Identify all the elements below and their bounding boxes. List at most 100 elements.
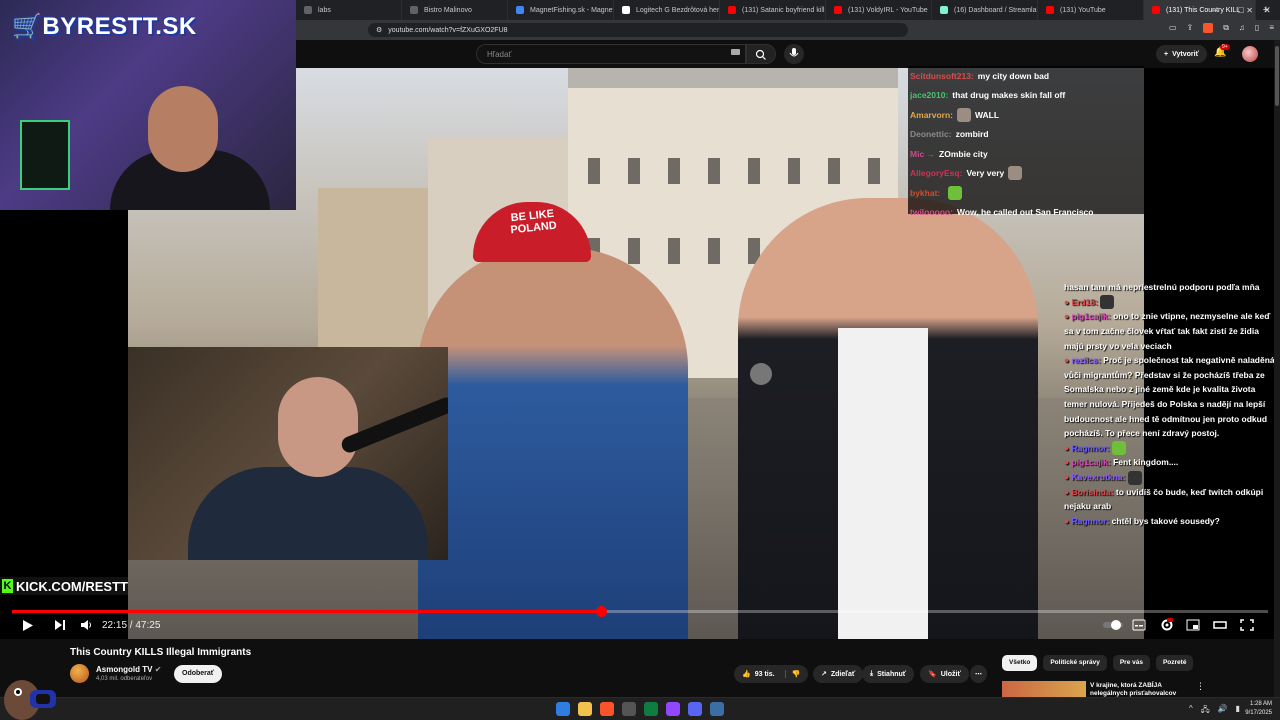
filter-chip[interactable]: Pozreté bbox=[1155, 655, 1194, 671]
brave-shield-icon[interactable] bbox=[1203, 23, 1214, 33]
taskbar-app-icon[interactable] bbox=[578, 702, 592, 716]
voice-search-button[interactable] bbox=[784, 44, 804, 64]
create-button[interactable]: + Vytvoriť bbox=[1156, 45, 1207, 63]
tab-label: Logitech G Bezdrôtová herní bbox=[636, 6, 720, 14]
recommendation-title[interactable]: V krajine, ktorá ZABÍJA nelegálnych pris… bbox=[1090, 682, 1190, 698]
chat-message: Deonettic: zombird bbox=[910, 125, 1142, 145]
video-info-panel: This Country KILLS Illegal Immigrants As… bbox=[0, 639, 1280, 697]
theater-mode-button[interactable] bbox=[1213, 618, 1229, 632]
search-button[interactable] bbox=[746, 44, 776, 64]
browser-tab[interactable]: (131) Satanic boyfriend kills gi bbox=[720, 0, 826, 20]
more-actions-button[interactable]: ⋯ bbox=[970, 665, 987, 683]
taskbar-app-icon[interactable] bbox=[556, 702, 570, 716]
chat-text: chtěl bys takové sousedy? bbox=[1111, 515, 1220, 526]
search-input[interactable]: Hľadať bbox=[476, 44, 746, 64]
scrollbar-thumb[interactable] bbox=[1275, 46, 1279, 106]
network-icon[interactable]: 🖧 bbox=[1201, 704, 1210, 718]
mic-icon bbox=[789, 48, 799, 57]
volume-button[interactable] bbox=[80, 619, 93, 634]
tab-favicon-icon bbox=[622, 6, 630, 14]
miniplayer-button[interactable] bbox=[1186, 618, 1202, 632]
chat-message: ● Ragnnor: chtěl bys takové sousedy? bbox=[1064, 514, 1276, 529]
account-avatar[interactable] bbox=[1242, 46, 1258, 62]
chevron-up-icon[interactable]: ^ bbox=[1189, 704, 1193, 718]
time-display: 22:15 / 47:25 bbox=[102, 620, 161, 631]
channel-avatar[interactable] bbox=[70, 664, 89, 683]
filter-chip[interactable]: Pre vás bbox=[1112, 655, 1150, 671]
address-bar[interactable]: ⚙ youtube.com/watch?v=fZXuGXO2FU8 bbox=[368, 23, 908, 37]
chat-badge-icon: ● bbox=[1064, 515, 1072, 526]
filter-chip[interactable]: Politické správy bbox=[1043, 655, 1107, 671]
channel-name[interactable]: Asmongold TV ✔ bbox=[96, 665, 161, 674]
chat-username: twilooooo: bbox=[910, 207, 953, 218]
browser-tab[interactable]: (131) VoldyIRL - YouTube bbox=[826, 0, 932, 20]
browser-tab[interactable]: (16) Dashboard / Streamlabs bbox=[932, 0, 1038, 20]
browser-tab[interactable]: MagnetFishing.sk - Magnety bbox=[508, 0, 614, 20]
download-button[interactable]: ⤓ Stiahnuť bbox=[862, 665, 915, 683]
site-info-icon[interactable]: ⚙ bbox=[376, 26, 382, 34]
next-button[interactable] bbox=[54, 619, 66, 634]
like-button[interactable]: 👍 93 tis. 👎 bbox=[734, 665, 809, 683]
tab-label: (16) Dashboard / Streamlabs bbox=[954, 6, 1038, 14]
battery-icon[interactable]: ▮ bbox=[1236, 704, 1240, 718]
chat-username: jace2010: bbox=[910, 90, 949, 101]
share-button[interactable]: ↗ Zdieľať bbox=[813, 665, 864, 683]
chat-username: rezilcs: bbox=[1071, 355, 1101, 366]
progress-bar[interactable] bbox=[12, 606, 1268, 617]
taskbar-app-icon[interactable] bbox=[710, 702, 724, 716]
chat-message: Amarvorn: WALL bbox=[910, 105, 1142, 125]
settings-button[interactable] bbox=[1160, 618, 1176, 632]
chat-username: Kavexrutkna: bbox=[1071, 472, 1126, 483]
play-button[interactable] bbox=[22, 619, 34, 635]
notifications-button[interactable]: 🔔 9+ bbox=[1214, 44, 1230, 58]
download-label: Stiahnuť bbox=[877, 670, 907, 678]
playlist-icon[interactable]: ♫ bbox=[1239, 23, 1245, 33]
filter-chip[interactable]: Všetko bbox=[1002, 655, 1038, 671]
taskbar-app-icon[interactable] bbox=[622, 702, 636, 716]
minimize-button[interactable]: – bbox=[1202, 0, 1228, 20]
chat-username: pig1cajik: bbox=[1071, 457, 1111, 468]
chat-badge-icon: ● bbox=[1064, 296, 1072, 307]
taskbar-app-icon[interactable] bbox=[600, 702, 614, 716]
chat-message: ● Ragnnor: bbox=[1064, 441, 1276, 456]
sidebar-icon[interactable]: ▯ bbox=[1255, 23, 1259, 33]
thumbs-down-icon[interactable]: 👎 bbox=[784, 670, 800, 678]
save-button[interactable]: 🔖 Uložiť bbox=[920, 665, 969, 683]
taskbar-app-icon[interactable] bbox=[644, 702, 658, 716]
share-icon[interactable]: ⇪ bbox=[1187, 23, 1194, 33]
windows-taskbar: ^ 🖧 🔊 ▮ 1:28 AM 9/17/2025 bbox=[0, 697, 1280, 720]
menu-icon[interactable]: ≡ bbox=[1269, 23, 1274, 33]
fullscreen-button[interactable] bbox=[1240, 618, 1256, 632]
microphone bbox=[750, 363, 772, 385]
chat-badge-icon: ● bbox=[1064, 355, 1072, 366]
maximize-button[interactable]: □ bbox=[1228, 0, 1254, 20]
subscribe-button[interactable]: Odoberať bbox=[174, 665, 223, 683]
duration: 47:25 bbox=[135, 620, 161, 631]
taskbar-app-icon[interactable] bbox=[688, 702, 702, 716]
theater-icon bbox=[1213, 621, 1227, 629]
page-scrollbar[interactable] bbox=[1274, 40, 1280, 697]
taskbar-app-icon[interactable] bbox=[666, 702, 680, 716]
browser-tab[interactable]: (131) YouTube bbox=[1038, 0, 1144, 20]
chat-username: AllegoryEsq: bbox=[910, 168, 963, 179]
taskbar-clock[interactable]: 1:28 AM 9/17/2025 bbox=[1245, 700, 1272, 718]
browser-tab[interactable]: Logitech G Bezdrôtová herní bbox=[614, 0, 720, 20]
subtitles-button[interactable] bbox=[1132, 618, 1148, 632]
screen-cast-icon[interactable]: ▭ bbox=[1169, 23, 1177, 33]
chat-text: Wow, he called out San Francisco bbox=[956, 207, 1094, 218]
recommendation-menu-icon[interactable]: ⋮ bbox=[1196, 681, 1205, 692]
autoplay-toggle[interactable] bbox=[1102, 618, 1123, 632]
fullscreen-icon bbox=[1240, 619, 1254, 631]
youtube-header: Hľadať + Vytvoriť 🔔 9+ bbox=[296, 40, 1280, 68]
browser-tab[interactable]: Bistro Malinovo bbox=[402, 0, 508, 20]
recommendation-thumbnail[interactable] bbox=[1002, 681, 1086, 697]
browser-tab[interactable]: labs bbox=[296, 0, 402, 20]
tab-favicon-icon bbox=[940, 6, 948, 14]
more-horiz-icon: ⋯ bbox=[975, 671, 982, 678]
kick-text: KICK.COM/RESTT bbox=[16, 578, 128, 594]
speaker-icon[interactable]: 🔊 bbox=[1218, 704, 1228, 718]
keyboard-icon[interactable] bbox=[731, 49, 740, 55]
close-window-button[interactable]: ✕ bbox=[1254, 0, 1280, 20]
chat-text: hasan tam má nepriestrelnú podporu podľa… bbox=[1064, 282, 1260, 292]
extensions-icon[interactable]: ⧉ bbox=[1223, 23, 1229, 33]
